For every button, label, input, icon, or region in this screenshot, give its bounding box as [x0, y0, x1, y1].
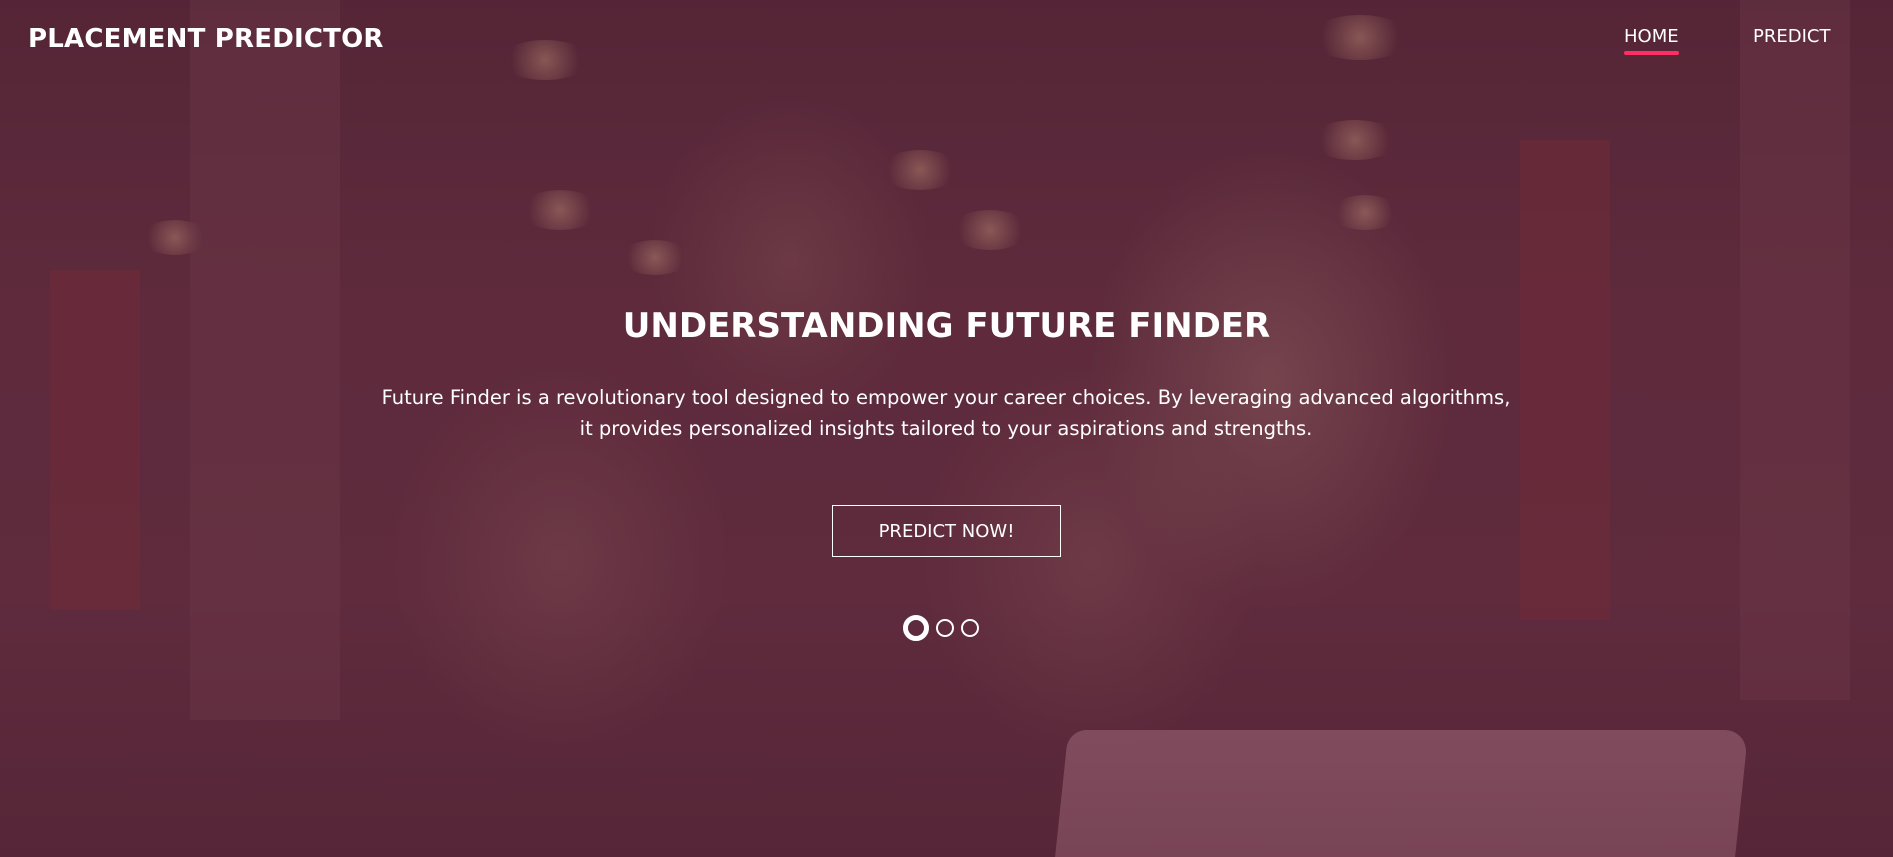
predict-now-button[interactable]: PREDICT NOW!	[832, 505, 1061, 557]
carousel-dot-3[interactable]	[961, 619, 979, 637]
brand-logo[interactable]: PLACEMENT PREDICTOR	[28, 24, 384, 54]
navbar: PLACEMENT PREDICTOR HOME PREDICT	[0, 0, 1893, 80]
carousel-dot-1[interactable]	[903, 615, 929, 641]
active-nav-indicator	[1624, 51, 1679, 55]
hero-section: PLACEMENT PREDICTOR HOME PREDICT UNDERST…	[0, 0, 1893, 857]
carousel-indicators	[903, 615, 979, 641]
hero-description-line-2: it provides personalized insights tailor…	[579, 417, 1313, 440]
nav-home-link[interactable]: HOME	[1624, 26, 1679, 55]
nav-home-label: HOME	[1624, 26, 1679, 47]
nav-predict-link[interactable]: PREDICT	[1753, 26, 1830, 47]
hero-description-line-1: Future Finder is a revolutionary tool de…	[381, 386, 1511, 409]
hero-headline: UNDERSTANDING FUTURE FINDER	[622, 306, 1271, 346]
carousel-dot-2[interactable]	[936, 619, 954, 637]
hero-description: Future Finder is a revolutionary tool de…	[366, 382, 1526, 444]
